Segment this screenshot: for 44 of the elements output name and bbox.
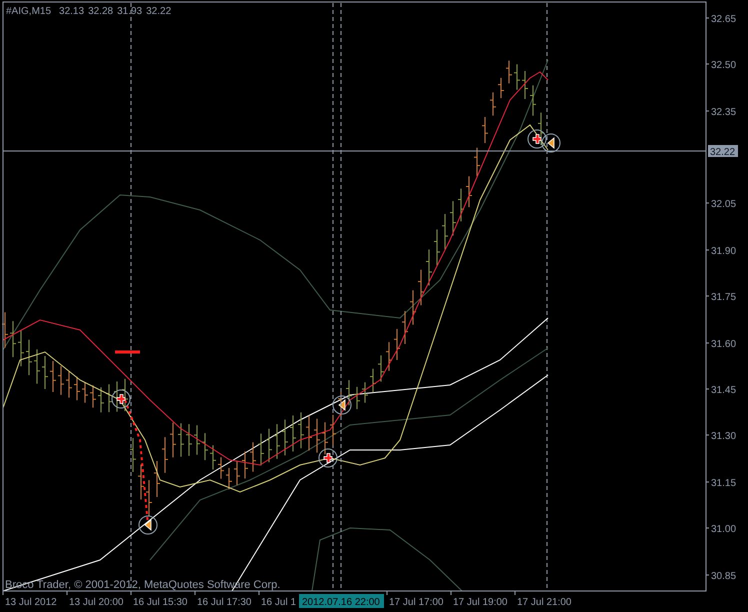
cursor-time-label: 2012.07.16 22:00 xyxy=(299,594,384,608)
tick-mark xyxy=(706,434,710,436)
buy-marker-icon xyxy=(332,396,352,414)
price-label: 31.30 xyxy=(711,431,736,442)
tick-mark xyxy=(706,574,710,576)
tick-mark xyxy=(706,110,710,112)
price-label: 31.60 xyxy=(711,339,736,350)
buy-marker-icon xyxy=(542,134,560,152)
tick-mark xyxy=(194,590,196,596)
level-line xyxy=(115,350,140,354)
sell-marker-icon xyxy=(112,390,130,408)
buy-marker-icon xyxy=(138,516,158,534)
price-label: 30.85 xyxy=(711,571,736,582)
price-label: 32.35 xyxy=(711,107,736,118)
tick-mark xyxy=(706,202,710,204)
sell-marker-icon xyxy=(528,130,546,148)
sell-marker-icon xyxy=(318,448,338,468)
time-label: 16 Jul 17:30 xyxy=(197,597,252,608)
tick-mark xyxy=(706,342,710,344)
price-label: 31.90 xyxy=(711,246,736,257)
time-label: 13 Jul 20:00 xyxy=(69,597,124,608)
price-label: 31.00 xyxy=(711,524,736,535)
current-price-label: 32.22 xyxy=(708,145,738,158)
time-label: 13 Jul 2012 xyxy=(5,597,57,608)
price-label: 31.15 xyxy=(711,478,736,489)
price-label: 32.05 xyxy=(711,199,736,210)
price-label: 31.45 xyxy=(711,385,736,396)
tick-mark xyxy=(450,590,452,596)
price-label: 32.50 xyxy=(711,60,736,71)
chart-header: #AIG,M15 32.13 32.28 31.93 32.22 xyxy=(6,6,172,17)
time-label: 17 Jul 17:00 xyxy=(389,597,444,608)
tick-mark xyxy=(386,590,388,596)
price-label: 31.75 xyxy=(711,292,736,303)
tick-mark xyxy=(258,590,260,596)
time-label: 16 Jul 1 xyxy=(261,597,296,608)
time-label: 16 Jul 15:30 xyxy=(133,597,188,608)
tick-mark xyxy=(514,590,516,596)
tick-mark xyxy=(706,388,710,390)
tick-mark xyxy=(66,590,68,596)
time-label: 17 Jul 19:00 xyxy=(453,597,508,608)
tick-mark xyxy=(2,590,4,596)
tick-mark xyxy=(130,590,132,596)
time-label: 17 Jul 21:00 xyxy=(517,597,572,608)
price-label: 32.65 xyxy=(711,14,736,25)
